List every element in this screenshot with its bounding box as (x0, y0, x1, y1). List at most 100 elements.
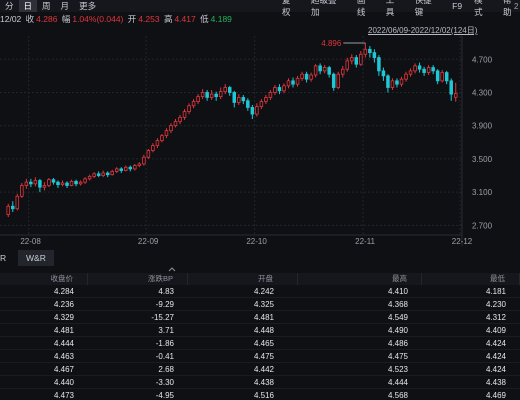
header-high[interactable]: 最高 (298, 273, 422, 285)
candle-up (47, 179, 51, 186)
table-cell: -15.27 (151, 313, 174, 322)
chart-tools: 复权 超级叠加 画线 工具 快捷键 F9 模式 帮助 (282, 0, 520, 17)
header-change-bp[interactable]: 涨跌BP (88, 273, 188, 285)
candle-down (304, 73, 309, 80)
table-cell: 4.481 (253, 313, 274, 322)
table-cell: 4.486 (387, 339, 408, 348)
candle-up (92, 173, 96, 177)
candle-up (340, 68, 345, 75)
period-minute[interactable]: 分 (0, 0, 19, 12)
candle-down (331, 73, 336, 88)
header-low[interactable]: 最低 (422, 273, 520, 285)
date-range-link[interactable]: 2022/06/09-2022/12/02(124日) (368, 25, 477, 36)
side-panel-label: 2 (514, 2, 519, 11)
y-tick-label: 3.100 (472, 188, 493, 197)
tab-wr[interactable]: W&R (18, 250, 54, 266)
table-row[interactable]: 4.481 3.71 4.448 4.490 4.409 (0, 324, 520, 337)
candle-down (246, 100, 250, 108)
candle-up (408, 70, 413, 75)
candle-down (417, 65, 422, 70)
candle-up (83, 178, 87, 183)
candle-down (377, 57, 381, 72)
candle-up (286, 80, 291, 87)
candle-down (51, 179, 56, 183)
y-tick-label: 4.300 (472, 88, 493, 97)
candle-up (87, 175, 92, 180)
candle-down (65, 182, 69, 186)
table-cell: 4.424 (485, 352, 506, 361)
candle-up (300, 73, 304, 79)
candle-up (69, 180, 74, 186)
candle-up (273, 87, 277, 93)
candle-down (96, 173, 101, 176)
table-cell: 4.181 (485, 287, 506, 296)
candle-down (38, 180, 42, 188)
table-row[interactable]: 4.467 2.68 4.442 4.523 4.424 (0, 363, 520, 376)
candle-up (359, 53, 363, 65)
low-value: 4.189 (210, 14, 232, 24)
candle-down (444, 72, 449, 82)
candle-up (453, 93, 458, 98)
candle-up (255, 106, 259, 115)
candle-down (56, 181, 60, 186)
table-cell: -9.29 (155, 300, 174, 309)
candle-up (169, 125, 173, 132)
candlestick-chart[interactable]: 4.7004.3003.9003.5003.1002.700 22-08 22-0… (0, 36, 520, 246)
table-cell: 4.469 (485, 391, 506, 400)
candle-down (395, 80, 399, 85)
table-cell: 4.242 (253, 287, 274, 296)
candle-down (105, 172, 110, 176)
table-cell: 4.475 (253, 352, 274, 361)
x-tick-label: 22-11 (355, 237, 375, 246)
table-cell: -3.30 (155, 378, 174, 387)
table-row[interactable]: 4.236 -9.29 4.325 4.368 4.230 (0, 298, 520, 311)
header-close[interactable]: 收盘价 (0, 273, 88, 285)
table-row[interactable]: 4.444 -1.86 4.465 4.486 4.424 (0, 337, 520, 350)
x-tick-label: 22-09 (138, 237, 159, 246)
candle-up (336, 73, 340, 88)
candle-down (205, 92, 209, 98)
table-row[interactable]: 4.463 -0.41 4.475 4.475 4.424 (0, 350, 520, 363)
candle-up (182, 111, 187, 118)
close-label: 收 (25, 14, 35, 24)
f9-button[interactable]: F9 (452, 1, 462, 11)
candle-down (291, 80, 295, 85)
y-tick-label: 4.700 (472, 55, 493, 64)
candle-down (327, 67, 331, 75)
candle-up (151, 145, 155, 152)
candle-series (6, 42, 458, 218)
candle-up (6, 205, 11, 215)
table-cell: 4.444 (387, 378, 408, 387)
table-cell: 4.463 (53, 352, 74, 361)
candle-up (137, 163, 142, 166)
candle-down (372, 52, 377, 58)
period-week[interactable]: 周 (37, 0, 56, 12)
candle-up (218, 91, 223, 98)
chevron-up-icon[interactable] (168, 266, 176, 272)
table-cell: 4.448 (253, 326, 274, 335)
table-row[interactable]: 4.473 -4.95 4.516 4.568 4.469 (0, 389, 520, 400)
table-row[interactable]: 4.440 -3.30 4.438 4.444 4.438 (0, 376, 520, 389)
candle-up (322, 67, 327, 72)
candle-up (191, 101, 196, 107)
period-month[interactable]: 月 (56, 0, 75, 12)
bottom-tabs: R W&R (0, 250, 200, 266)
tab-r[interactable]: R (0, 250, 18, 266)
header-open[interactable]: 开盘 (188, 273, 298, 285)
candle-up (237, 97, 241, 103)
candle-up (24, 181, 29, 186)
candle-up (133, 165, 137, 170)
table-row[interactable]: 4.284 4.83 4.242 4.410 4.181 (0, 285, 520, 298)
table-cell: 4.230 (485, 300, 506, 309)
candle-down (11, 205, 15, 210)
candle-down (119, 168, 124, 171)
period-more[interactable]: 更多 (74, 0, 101, 12)
table-row[interactable]: 4.329 -15.27 4.481 4.549 4.312 (0, 311, 520, 324)
x-tick-label: 22-08 (20, 237, 41, 246)
table-cell: 4.444 (53, 339, 74, 348)
candle-up (223, 87, 227, 93)
table-cell: 4.409 (485, 326, 506, 335)
candle-down (368, 48, 372, 54)
period-day[interactable]: 日 (18, 0, 38, 12)
candle-up (187, 105, 191, 112)
